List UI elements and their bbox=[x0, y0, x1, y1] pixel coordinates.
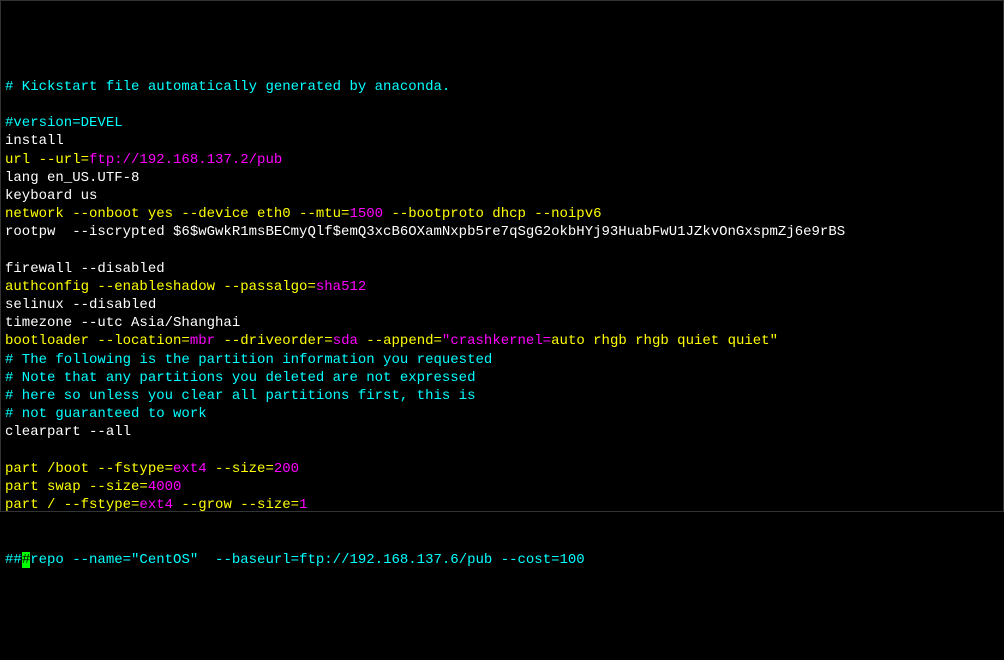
code-segment: mbr bbox=[190, 333, 215, 349]
code-segment: # Note that any partitions you deleted a… bbox=[5, 370, 475, 386]
terminal-line: lang en_US.UTF-8 bbox=[5, 169, 999, 187]
code-segment: part swap --size= bbox=[5, 479, 148, 495]
terminal-line: install bbox=[5, 132, 999, 150]
code-segment: repo --name="CentOS" --baseurl=ftp://192… bbox=[30, 552, 585, 568]
code-segment bbox=[5, 97, 13, 113]
terminal-line: # Note that any partitions you deleted a… bbox=[5, 369, 999, 387]
code-segment: #version=DEVEL bbox=[5, 115, 123, 131]
code-segment: part / --fstype= bbox=[5, 497, 139, 513]
terminal-line bbox=[5, 514, 999, 532]
code-segment: ext4 bbox=[173, 461, 207, 477]
terminal-line bbox=[5, 96, 999, 114]
terminal-line: # not guaranteed to work bbox=[5, 405, 999, 423]
terminal-line bbox=[5, 241, 999, 259]
code-segment: # The following is the partition informa… bbox=[5, 352, 492, 368]
terminal-line: keyboard us bbox=[5, 187, 999, 205]
code-segment: ## bbox=[5, 552, 22, 568]
code-segment bbox=[5, 515, 13, 531]
terminal-line bbox=[5, 442, 999, 460]
code-segment: 1 bbox=[299, 497, 307, 513]
terminal-line: firewall --disabled bbox=[5, 260, 999, 278]
terminal-line: part swap --size=4000 bbox=[5, 478, 999, 496]
code-segment: selinux --disabled bbox=[5, 297, 156, 313]
code-segment: url --url= bbox=[5, 152, 89, 168]
code-segment: # bbox=[22, 552, 30, 568]
code-segment: 4000 bbox=[148, 479, 182, 495]
code-segment: authconfig --enableshadow --passalgo= bbox=[5, 279, 316, 295]
code-segment: --size= bbox=[207, 461, 274, 477]
code-segment: timezone --utc Asia/Shanghai bbox=[5, 315, 240, 331]
code-segment: lang en_US.UTF-8 bbox=[5, 170, 139, 186]
code-segment: bootloader --location= bbox=[5, 333, 190, 349]
code-segment: keyboard us bbox=[5, 188, 97, 204]
code-segment: 200 bbox=[274, 461, 299, 477]
code-segment: network --onboot yes --device eth0 --mtu… bbox=[5, 206, 349, 222]
code-segment: "crashkernel= bbox=[442, 333, 551, 349]
terminal-line: # The following is the partition informa… bbox=[5, 351, 999, 369]
code-segment: sda bbox=[333, 333, 358, 349]
terminal-line: timezone --utc Asia/Shanghai bbox=[5, 314, 999, 332]
code-segment: # Kickstart file automatically generated… bbox=[5, 79, 450, 95]
code-segment: --driveorder= bbox=[215, 333, 333, 349]
terminal-output[interactable]: # Kickstart file automatically generated… bbox=[5, 78, 999, 569]
terminal-line: # Kickstart file automatically generated… bbox=[5, 78, 999, 96]
code-segment: # not guaranteed to work bbox=[5, 406, 207, 422]
terminal-line: clearpart --all bbox=[5, 423, 999, 441]
code-segment: --grow --size= bbox=[173, 497, 299, 513]
code-segment: ext4 bbox=[139, 497, 173, 513]
code-segment: firewall --disabled bbox=[5, 261, 165, 277]
terminal-line: url --url=ftp://192.168.137.2/pub bbox=[5, 151, 999, 169]
terminal-line: # here so unless you clear all partition… bbox=[5, 387, 999, 405]
terminal-line bbox=[5, 532, 999, 550]
code-segment bbox=[5, 533, 13, 549]
terminal-line: ###repo --name="CentOS" --baseurl=ftp://… bbox=[5, 551, 999, 569]
code-segment: ftp://192.168.137.2/pub bbox=[89, 152, 282, 168]
code-segment: --append= bbox=[358, 333, 442, 349]
code-segment: # here so unless you clear all partition… bbox=[5, 388, 475, 404]
code-segment: install bbox=[5, 133, 64, 149]
terminal-line: authconfig --enableshadow --passalgo=sha… bbox=[5, 278, 999, 296]
code-segment: sha512 bbox=[316, 279, 366, 295]
code-segment bbox=[5, 242, 13, 258]
terminal-line: network --onboot yes --device eth0 --mtu… bbox=[5, 205, 999, 223]
terminal-line: bootloader --location=mbr --driveorder=s… bbox=[5, 332, 999, 350]
code-segment bbox=[5, 443, 13, 459]
code-segment: --bootproto dhcp --noipv6 bbox=[383, 206, 601, 222]
terminal-line: rootpw --iscrypted $6$wGwkR1msBECmyQlf$e… bbox=[5, 223, 999, 241]
terminal-line: selinux --disabled bbox=[5, 296, 999, 314]
code-segment: clearpart --all bbox=[5, 424, 131, 440]
code-segment: part /boot --fstype= bbox=[5, 461, 173, 477]
terminal-line: #version=DEVEL bbox=[5, 114, 999, 132]
code-segment: auto rhgb rhgb quiet quiet" bbox=[551, 333, 778, 349]
code-segment: 1500 bbox=[349, 206, 383, 222]
code-segment: rootpw --iscrypted $6$wGwkR1msBECmyQlf$e… bbox=[5, 224, 845, 240]
terminal-line: part /boot --fstype=ext4 --size=200 bbox=[5, 460, 999, 478]
